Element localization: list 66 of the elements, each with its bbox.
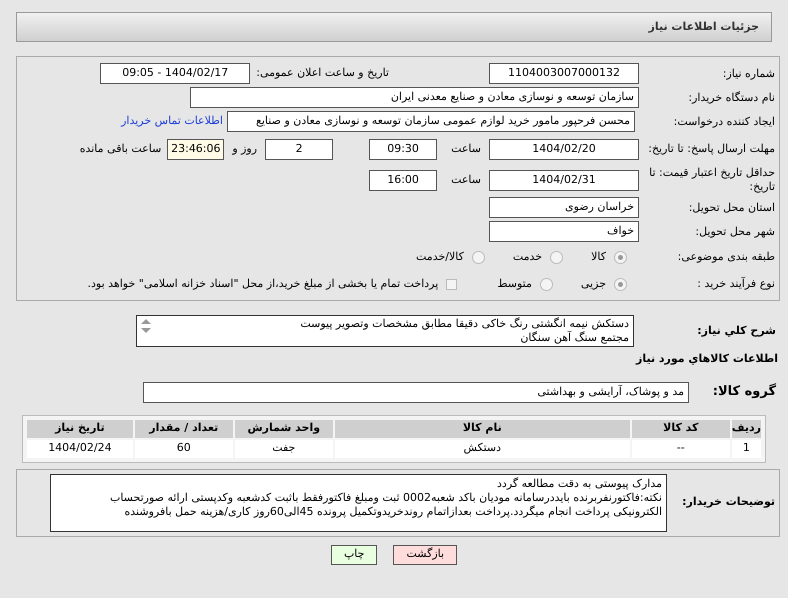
buyer-field: سازمان توسعه و نوسازی معادن و صنایع معدنی ایران: [190, 87, 639, 108]
field-label: مهلت ارسال پاسخ: تا تاریخ:: [647, 142, 776, 156]
description-line: دستکش نیمه انگشتی رنگ خاکی دقیقا مطابق مشخصات وتصویر پیوست: [299, 317, 629, 330]
radio-button[interactable]: [614, 278, 627, 290]
table-cell: 1: [730, 438, 762, 458]
province-field: خراسان رضوی: [489, 197, 639, 218]
radio-button[interactable]: [614, 250, 627, 264]
column-header: تاریخ نیاز: [26, 418, 134, 438]
date-field: 1404/02/31: [489, 170, 639, 190]
table-cell: جفت: [234, 438, 334, 458]
radio-button[interactable]: [540, 278, 553, 290]
days-field: 2: [265, 138, 334, 160]
page-title: جزئیات اطلاعات نیاز: [648, 18, 759, 35]
description-textarea[interactable]: دستکش نیمه انگشتی رنگ خاکی دقیقا مطابق مشخصات وتصویر پیوست مجتمع سنگ آهن سنگان: [136, 315, 634, 347]
column-header: کد کالا: [630, 418, 731, 438]
radio-button[interactable]: [550, 250, 564, 264]
column-header: تعداد / مقدار: [134, 418, 234, 438]
contact-link[interactable]: اطلاعات تماس خریدار: [121, 113, 223, 130]
back-button[interactable]: بازگشت: [393, 544, 458, 564]
checkbox-label: پرداخت تمام یا بخشی از مبلغ خرید،از محل "اسناد خزانه اسلامی" خواهد بود.: [88, 276, 438, 292]
city-field: خواف: [489, 221, 639, 242]
checkbox[interactable]: [446, 278, 458, 290]
field-label: شماره نیاز:: [722, 66, 776, 80]
field-label: شرح کلي نياز:: [696, 322, 777, 339]
field-label: ایجاد کننده درخواست:: [672, 114, 776, 128]
radio-label: جزیی: [580, 276, 606, 292]
date-field: 1404/02/20: [489, 138, 639, 160]
scroll-arrows-icon: [139, 318, 153, 334]
field-label: شهر محل تحویل:: [694, 224, 776, 238]
announce-date-field: 1404/02/17 - 09:05: [100, 63, 250, 84]
time-field: 09:30: [369, 138, 438, 160]
goods-group-field: مد و پوشاک، آرایشی و بهداشتی: [143, 382, 689, 402]
column-header: ردیف: [730, 418, 762, 438]
notes-textarea[interactable]: [50, 474, 667, 532]
notes-line: الکترونیکی پرداخت انجام میگردد.پرداخت بعدازاتمام روندخریدوتکمیل پرونده 45الی60روز کاری/هزینه حمل بافروشنده: [124, 504, 662, 518]
radio-button[interactable]: [472, 250, 485, 264]
radio-label: کالا: [591, 248, 606, 265]
table-cell: دستکش: [334, 438, 631, 458]
notes-line: نکته:فاکتورنفربرنده بایددرسامانه مودیان باکد شعبه0002 ثبت ومبلغ فاکتورفقط باثبت کدشعبه وکدپستی ارائه صورتحساب: [108, 490, 662, 504]
radio-label: کالا/خدمت: [416, 248, 464, 265]
field-label: ساعت: [451, 140, 481, 157]
radio-label: متوسط: [497, 276, 532, 292]
description-line: مجتمع سنگ آهن سنگان: [519, 331, 629, 345]
field-label: توضیحات خریدار:: [681, 494, 776, 510]
column-header: واحد شمارش: [234, 418, 334, 438]
time-field: 16:00: [369, 170, 438, 190]
table-cell: --: [630, 438, 731, 458]
print-button[interactable]: چاپ: [330, 544, 378, 564]
column-header: نام کالا: [334, 418, 631, 438]
field-label: طبقه بندی موضوعی:: [676, 250, 776, 264]
table-cell: 60: [134, 438, 234, 458]
notes-line: مدارک پیوستی به دقت مطالعه گردد: [496, 476, 662, 490]
field-label: استان محل تحویل:: [688, 200, 776, 214]
need-number-field: 1104003007000132: [489, 63, 639, 84]
field-label: گروه کالا:: [712, 382, 777, 402]
section-title: اطلاعات کالاهاي مورد نياز: [636, 352, 778, 365]
field-label: حداقل تاریخ اعتبار قیمت: تا تاریخ:: [648, 166, 776, 194]
field-label: نام دستگاه خریدار:: [687, 90, 776, 104]
field-label: نوع فرآیند خرید :: [696, 277, 776, 291]
field-label: تاریخ و ساعت اعلان عمومی:: [256, 65, 389, 82]
radio-label: خدمت: [512, 248, 542, 265]
field-label: روز و: [232, 140, 258, 157]
remaining-time-field: 23:46:06: [167, 138, 224, 160]
field-label: ساعت: [451, 172, 481, 188]
field-label: ساعت باقی مانده: [80, 140, 162, 157]
requester-field: محسن فرحپور مامور خرید لوازم عمومی سازمان توسعه و نوسازی معادن و صنایع: [227, 111, 635, 132]
